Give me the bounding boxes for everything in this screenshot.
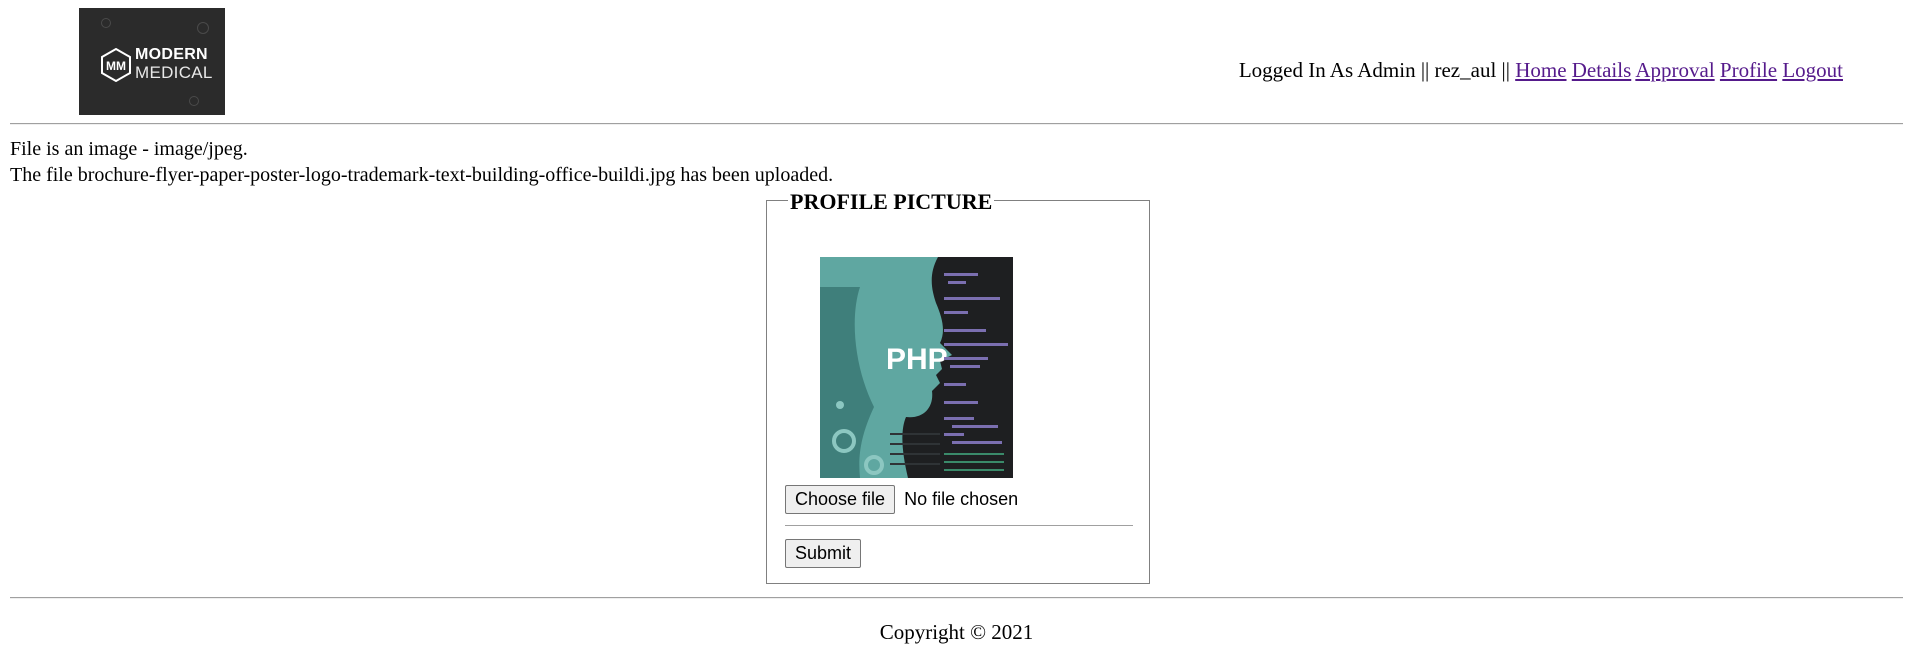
logo-monogram: MM xyxy=(106,59,126,73)
nav-link-logout[interactable]: Logout xyxy=(1782,58,1843,82)
upload-success-message: The file brochure-flyer-paper-poster-log… xyxy=(10,164,834,186)
logo-text-line1: MODERN xyxy=(135,46,208,63)
login-status: Logged In As Admin || rez_aul || xyxy=(1238,58,1510,82)
footer-divider xyxy=(10,597,1903,599)
logo-text-line2: MEDICAL xyxy=(135,63,213,82)
top-nav: Logged In As Admin || rez_aul || Home De… xyxy=(1239,58,1843,83)
profile-picture-image: PHP xyxy=(820,257,1013,478)
profile-picture-legend: PROFILE PICTURE xyxy=(788,189,995,215)
nav-link-approval[interactable]: Approval xyxy=(1635,58,1714,82)
choose-file-button[interactable]: Choose file xyxy=(785,485,896,514)
nav-link-home[interactable]: Home xyxy=(1515,58,1566,82)
nav-link-details[interactable]: Details xyxy=(1572,58,1631,82)
logo-decoration xyxy=(197,22,209,34)
nav-link-profile[interactable]: Profile xyxy=(1720,58,1777,82)
profile-picture-fieldset: PROFILE PICTURE PHP Choose file No file … xyxy=(766,189,1150,584)
no-file-chosen-label: No file chosen xyxy=(904,489,1019,509)
form-divider xyxy=(785,525,1133,526)
submit-row: Submit xyxy=(785,539,862,568)
logo-decoration xyxy=(189,96,199,106)
php-head-illustration: PHP xyxy=(820,257,1013,478)
submit-button[interactable]: Submit xyxy=(785,539,862,568)
footer-copyright: Copyright © 2021 xyxy=(879,620,1034,644)
header-divider xyxy=(10,123,1903,125)
logo: MM MODERN MEDICAL xyxy=(79,8,225,115)
logo-decoration xyxy=(101,18,111,28)
file-type-message: File is an image - image/jpeg. xyxy=(10,138,248,160)
file-input-row: Choose file No file chosen xyxy=(785,485,1018,514)
hexagon-logo-icon: MM xyxy=(101,48,131,82)
photo-php-text: PHP xyxy=(886,343,948,376)
